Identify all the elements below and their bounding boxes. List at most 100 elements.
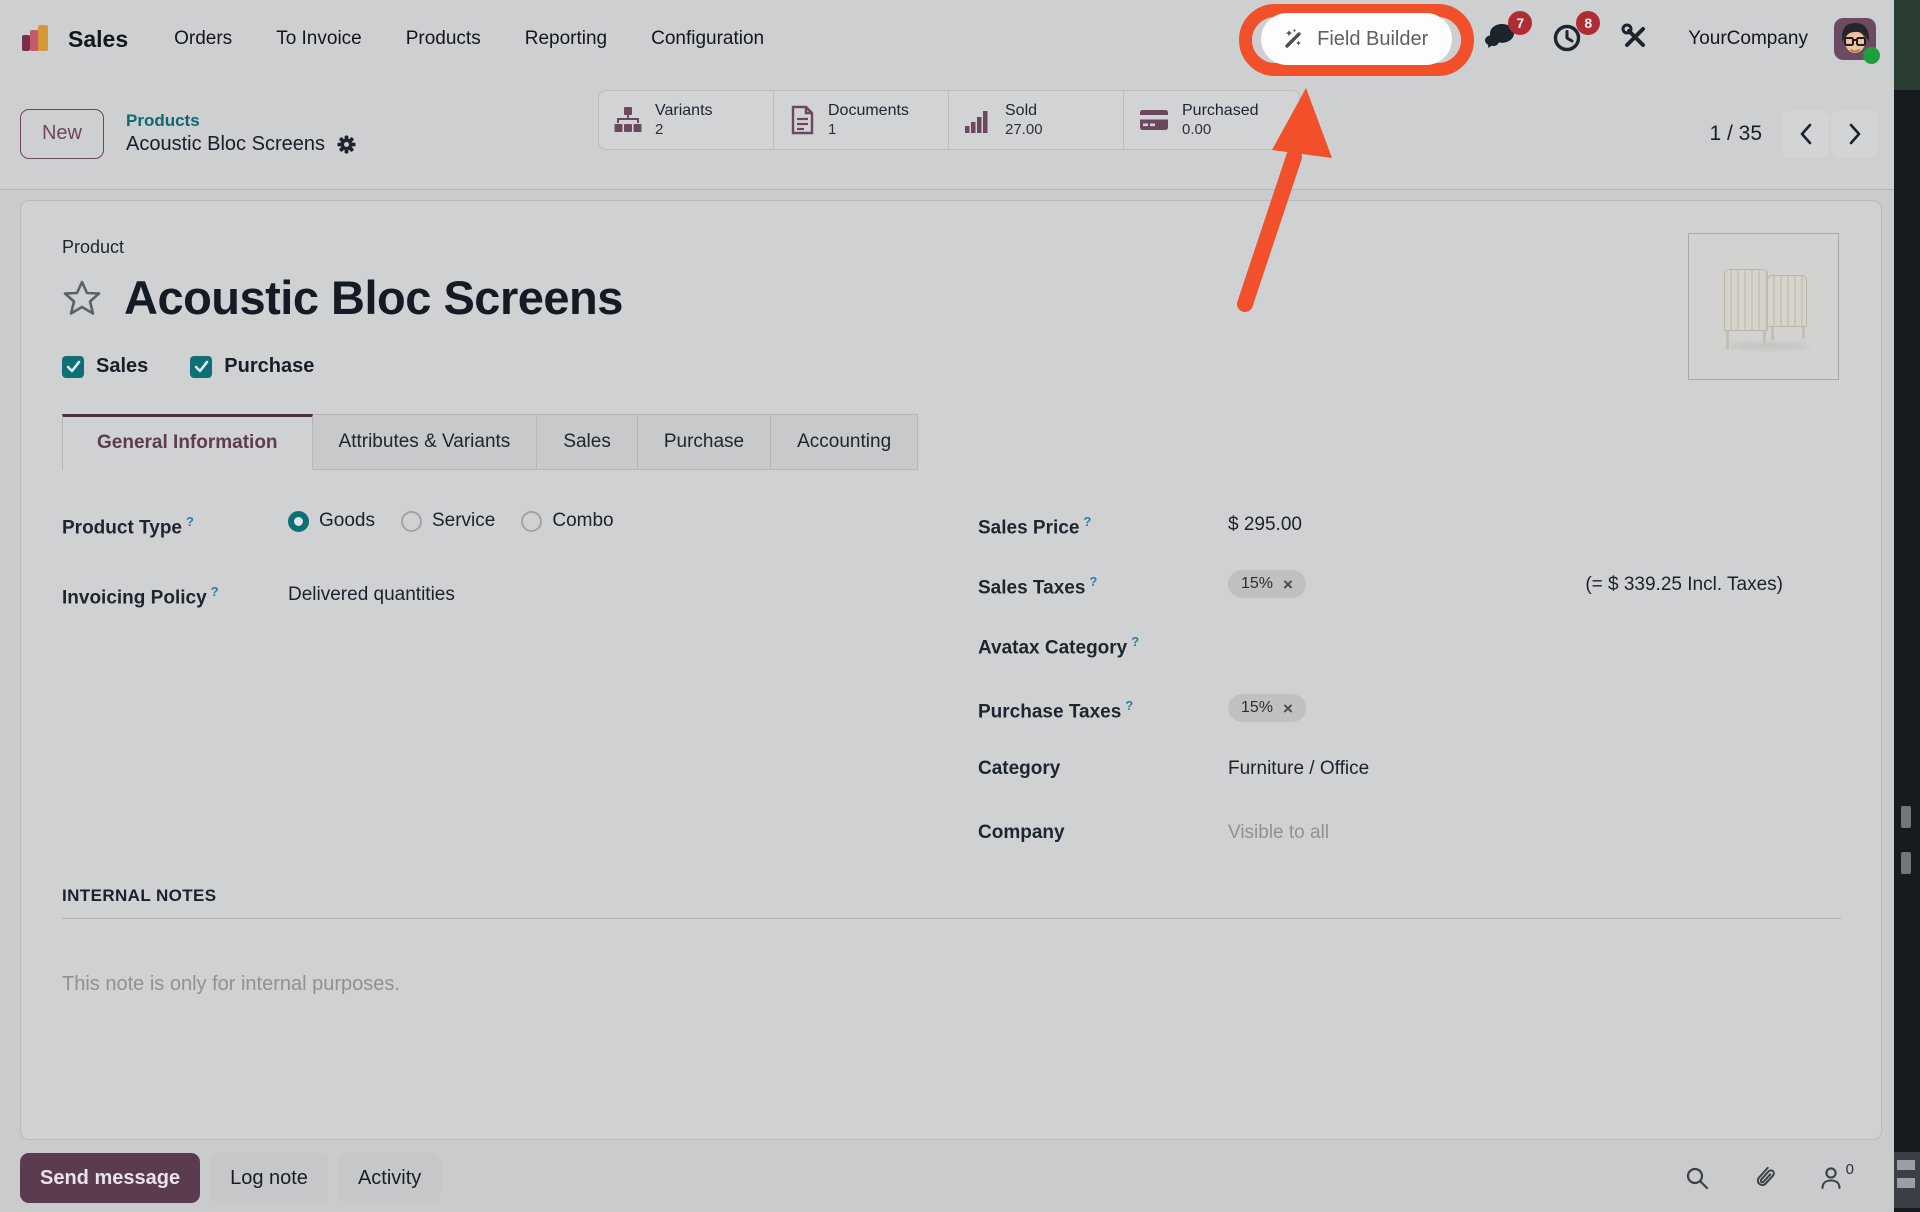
stat-button-purchased[interactable]: Purchased 0.00 bbox=[1124, 91, 1299, 149]
nav-reporting[interactable]: Reporting bbox=[525, 28, 607, 50]
pager-counter: 1 / 35 bbox=[1709, 122, 1762, 146]
app-name[interactable]: Sales bbox=[68, 26, 128, 53]
tag-label: 15% bbox=[1241, 575, 1273, 593]
internal-notes-editor[interactable]: This note is only for internal purposes. bbox=[62, 973, 1841, 996]
radio-service[interactable]: Service bbox=[401, 510, 495, 532]
sales-tax-tag[interactable]: 15% × bbox=[1228, 570, 1306, 598]
label-text: Avatax Category bbox=[978, 637, 1127, 658]
tab-general-information[interactable]: General Information bbox=[62, 414, 313, 470]
label-text: Sales Price bbox=[978, 517, 1079, 538]
checkbox-purchase[interactable]: Purchase bbox=[190, 355, 314, 378]
tab-attributes-variants[interactable]: Attributes & Variants bbox=[313, 414, 538, 470]
radio-unselected-icon bbox=[401, 511, 422, 532]
product-type-radio-group: Goods Service Combo bbox=[288, 510, 614, 532]
field-label-avatax-category: Avatax Category? bbox=[978, 630, 1228, 659]
breadcrumb: Products Acoustic Bloc Screens bbox=[126, 111, 356, 156]
messages-button[interactable]: 7 bbox=[1482, 21, 1516, 58]
favorite-star-icon[interactable] bbox=[62, 278, 102, 318]
send-message-button[interactable]: Send message bbox=[20, 1153, 200, 1203]
help-icon[interactable]: ? bbox=[1131, 634, 1139, 649]
stat-button-documents[interactable]: Documents 1 bbox=[774, 91, 949, 149]
activities-button[interactable]: 8 bbox=[1552, 21, 1584, 58]
help-icon[interactable]: ? bbox=[186, 514, 194, 529]
followers-button[interactable]: 0 bbox=[1818, 1165, 1854, 1191]
tab-purchase[interactable]: Purchase bbox=[638, 414, 771, 470]
stat-label: Sold bbox=[1005, 102, 1043, 120]
tab-sales[interactable]: Sales bbox=[537, 414, 638, 470]
category-value[interactable]: Furniture / Office bbox=[1228, 754, 1369, 780]
nav-orders[interactable]: Orders bbox=[174, 28, 232, 50]
new-button[interactable]: New bbox=[20, 109, 104, 159]
label-text: Product Type bbox=[62, 517, 182, 538]
log-note-button[interactable]: Log note bbox=[210, 1153, 328, 1203]
nav-products[interactable]: Products bbox=[406, 28, 481, 50]
field-builder-annotation-ring: Field Builder bbox=[1261, 13, 1452, 65]
stat-button-variants[interactable]: Variants 2 bbox=[599, 91, 774, 149]
help-icon[interactable]: ? bbox=[1125, 698, 1133, 713]
divider bbox=[62, 918, 1841, 919]
field-label-company: Company bbox=[978, 818, 1228, 844]
nav-configuration[interactable]: Configuration bbox=[651, 28, 764, 50]
record-kind-label: Product bbox=[62, 237, 1841, 258]
company-value[interactable]: Visible to all bbox=[1228, 818, 1329, 844]
search-icon bbox=[1684, 1165, 1710, 1191]
user-avatar[interactable] bbox=[1834, 18, 1876, 60]
sales-price-value[interactable]: $ 295.00 bbox=[1228, 510, 1302, 536]
help-icon[interactable]: ? bbox=[1089, 574, 1097, 589]
pager-next-button[interactable] bbox=[1831, 111, 1878, 158]
radio-selected-icon bbox=[288, 511, 309, 532]
company-name[interactable]: YourCompany bbox=[1688, 28, 1808, 50]
activity-button[interactable]: Activity bbox=[338, 1153, 441, 1203]
checkbox-checked-icon bbox=[190, 356, 212, 378]
debug-tools-button[interactable] bbox=[1620, 22, 1650, 57]
notebook-tabs: General Information Attributes & Variant… bbox=[62, 414, 1841, 470]
stat-button-group: Variants 2 Documents 1 bbox=[598, 90, 1300, 150]
purchase-tax-tag[interactable]: 15% × bbox=[1228, 694, 1306, 722]
internal-notes-section: INTERNAL NOTES This note is only for int… bbox=[62, 886, 1841, 996]
invoicing-policy-value[interactable]: Delivered quantities bbox=[288, 580, 455, 606]
availability-checkboxes: Sales Purchase bbox=[62, 355, 1841, 378]
radio-label: Combo bbox=[552, 510, 613, 532]
tag-remove-icon[interactable]: × bbox=[1283, 700, 1293, 717]
nav-to-invoice[interactable]: To Invoice bbox=[276, 28, 362, 50]
breadcrumb-current: Acoustic Bloc Screens bbox=[126, 133, 325, 156]
field-label-purchase-taxes: Purchase Taxes? bbox=[978, 694, 1228, 723]
gear-icon[interactable] bbox=[337, 135, 356, 154]
top-navbar: Sales Orders To Invoice Products Reporti… bbox=[0, 0, 1894, 78]
paperclip-icon bbox=[1750, 1164, 1778, 1192]
label-text: Company bbox=[978, 822, 1065, 843]
checkbox-sales[interactable]: Sales bbox=[62, 355, 148, 378]
tax-included-note: (= $ 339.25 Incl. Taxes) bbox=[1585, 574, 1783, 596]
checkbox-label: Sales bbox=[96, 355, 148, 378]
sitemap-icon bbox=[613, 105, 643, 135]
pager-previous-button[interactable] bbox=[1782, 111, 1829, 158]
label-text: Sales Taxes bbox=[978, 577, 1085, 598]
tools-icon bbox=[1620, 22, 1650, 52]
radio-label: Goods bbox=[319, 510, 375, 532]
tab-accounting[interactable]: Accounting bbox=[771, 414, 918, 470]
follower-person-icon bbox=[1818, 1165, 1844, 1191]
control-panel: New Products Acoustic Bloc Screens bbox=[0, 78, 1894, 190]
stat-button-sold[interactable]: Sold 27.00 bbox=[949, 91, 1124, 149]
field-builder-button[interactable]: Field Builder bbox=[1261, 13, 1452, 65]
stat-value: 2 bbox=[655, 121, 713, 138]
bar-chart-icon bbox=[963, 105, 993, 135]
radio-goods[interactable]: Goods bbox=[288, 510, 375, 532]
tag-remove-icon[interactable]: × bbox=[1283, 576, 1293, 593]
search-messages-button[interactable] bbox=[1684, 1165, 1710, 1191]
radio-combo[interactable]: Combo bbox=[521, 510, 613, 532]
chatter-toolbar: Send message Log note Activity bbox=[20, 1152, 1880, 1204]
apps-menu-icon[interactable] bbox=[18, 21, 54, 57]
record-pager: 1 / 35 bbox=[1709, 78, 1878, 190]
chevron-left-icon bbox=[1796, 122, 1816, 146]
online-status-dot bbox=[1863, 47, 1880, 64]
product-name-field[interactable]: Acoustic Bloc Screens bbox=[124, 270, 623, 325]
product-image[interactable] bbox=[1688, 233, 1839, 380]
attach-files-button[interactable] bbox=[1750, 1164, 1778, 1192]
stat-label: Documents bbox=[828, 102, 909, 120]
help-icon[interactable]: ? bbox=[211, 584, 219, 599]
general-information-panel: Product Type? Goods Service bbox=[62, 510, 1841, 840]
stat-label: Purchased bbox=[1182, 102, 1259, 120]
breadcrumb-parent[interactable]: Products bbox=[126, 111, 356, 131]
help-icon[interactable]: ? bbox=[1083, 514, 1091, 529]
